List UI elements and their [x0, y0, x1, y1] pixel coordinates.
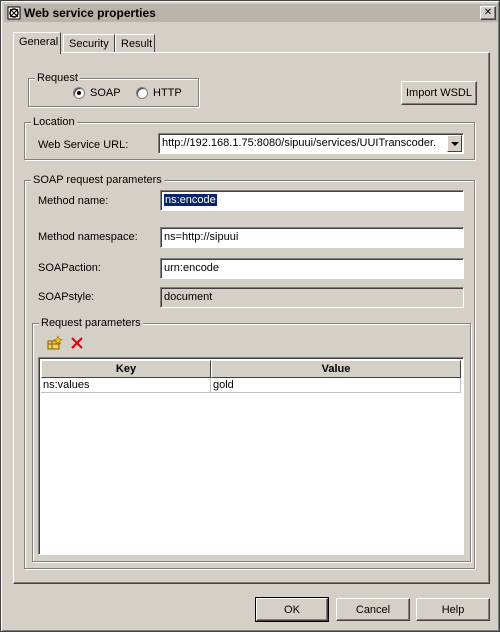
tab-security[interactable]: Security: [63, 34, 115, 53]
cancel-label: Cancel: [355, 603, 391, 616]
web-service-url-combobox[interactable]: http://192.168.1.75:8080/sipuui/services…: [158, 133, 464, 154]
tab-label: Security: [69, 38, 109, 50]
ok-label: OK: [284, 603, 300, 616]
window-title: Web service properties: [24, 6, 156, 20]
cancel-button[interactable]: Cancel: [336, 598, 410, 621]
soapstyle-label: SOAPstyle:: [38, 291, 95, 303]
method-name-input[interactable]: ns:encode: [160, 190, 464, 211]
table-row[interactable]: ns:values gold: [41, 378, 461, 393]
radio-checked-icon: [73, 87, 85, 99]
ok-button[interactable]: OK: [255, 597, 329, 622]
request-parameters-table[interactable]: Key Value ns:values gold: [38, 357, 464, 555]
column-header-label: Value: [321, 363, 351, 375]
close-button[interactable]: ✕: [480, 6, 496, 20]
help-button[interactable]: Help: [416, 598, 490, 621]
soap-group-label: SOAP request parameters: [31, 173, 164, 187]
soap-radio-label: SOAP: [90, 87, 121, 99]
title-bar[interactable]: Web service properties ✕: [4, 4, 498, 22]
radio-unchecked-icon: [136, 87, 148, 99]
soapaction-value: urn:encode: [164, 262, 220, 274]
app-icon: [7, 6, 21, 20]
tab-label: General: [19, 36, 59, 48]
method-namespace-value: ns=http://sipuui: [164, 231, 239, 243]
column-header-label: Key: [115, 363, 137, 375]
method-name-label: Method name:: [38, 195, 109, 207]
delete-row-icon[interactable]: [69, 335, 85, 351]
tab-result[interactable]: Result: [115, 34, 155, 53]
tab-label: Result: [121, 38, 153, 50]
location-group-label: Location: [31, 115, 77, 129]
soapstyle-value: document: [164, 291, 213, 303]
web-service-url-label: Web Service URL:: [38, 139, 129, 151]
import-wsdl-button[interactable]: Import WSDL: [401, 81, 477, 105]
table-cell-value[interactable]: gold: [211, 378, 461, 393]
tab-general[interactable]: General: [13, 32, 61, 54]
http-radio-label: HTTP: [153, 87, 182, 99]
column-header-value[interactable]: Value: [211, 360, 461, 378]
chevron-down-icon[interactable]: [447, 135, 462, 152]
table-cell-key[interactable]: ns:values: [41, 378, 211, 393]
method-namespace-label: Method namespace:: [38, 231, 138, 243]
request-group-label: Request: [35, 71, 80, 85]
request-parameters-label: Request parameters: [39, 316, 143, 330]
table-header: Key Value: [41, 360, 461, 378]
add-row-icon[interactable]: [47, 335, 63, 351]
soapaction-label: SOAPaction:: [38, 262, 101, 274]
close-icon: ✕: [483, 7, 493, 18]
web-service-properties-dialog: Web service properties ✕ General Securit…: [0, 0, 500, 632]
method-name-value: ns:encode: [164, 194, 217, 206]
soapstyle-field: document: [160, 287, 464, 308]
soap-radio[interactable]: SOAP: [73, 87, 121, 99]
method-namespace-input[interactable]: ns=http://sipuui: [160, 227, 464, 248]
http-radio[interactable]: HTTP: [136, 87, 182, 99]
help-label: Help: [441, 603, 465, 616]
column-header-key[interactable]: Key: [41, 360, 211, 378]
web-service-url-value: http://192.168.1.75:8080/sipuui/services…: [162, 137, 437, 149]
import-wsdl-label: Import WSDL: [405, 87, 472, 99]
soapaction-input[interactable]: urn:encode: [160, 258, 464, 279]
